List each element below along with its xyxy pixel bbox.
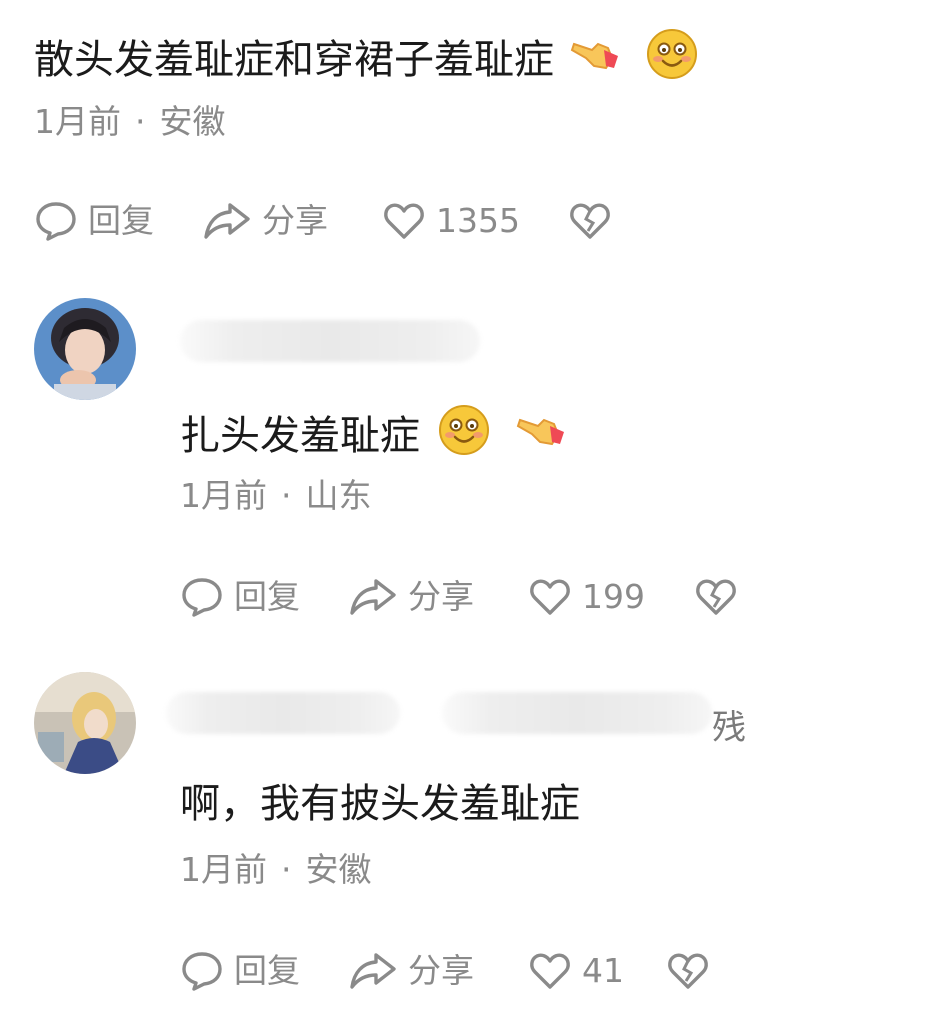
share-arrow-icon (202, 199, 262, 243)
reply-button[interactable]: 回复 (180, 946, 348, 996)
broken-heart-icon (666, 949, 720, 993)
comment-text-content: 啊，我有披头发羞耻症 (180, 781, 580, 827)
comment-bubble-icon (34, 199, 88, 243)
pointing-hand-icon (568, 30, 624, 89)
comment-time: 1月前 (180, 850, 267, 889)
blurred-username (180, 320, 480, 362)
like-count: 41 (582, 951, 624, 990)
share-button[interactable]: 分享 (348, 946, 528, 996)
heart-icon (382, 199, 436, 243)
comment-text-content: 扎头发羞耻症 (180, 412, 420, 459)
dislike-button[interactable] (666, 949, 720, 993)
avatar[interactable] (34, 298, 136, 400)
comment-actions: 回复 分享 199 (180, 572, 748, 622)
share-arrow-icon (348, 575, 408, 619)
comment-meta: 1月前 · 安徽 (180, 850, 372, 890)
comment-actions: 回复 分享 41 (180, 946, 720, 996)
smiling-face-icon (646, 28, 698, 91)
share-button[interactable]: 分享 (348, 572, 528, 622)
like-button[interactable]: 199 (528, 572, 694, 622)
meta-separator: · (281, 476, 292, 515)
comment-bubble-icon (180, 949, 234, 993)
pointing-hand-icon (514, 406, 570, 465)
comment-text-content: 散头发羞耻症和穿裙子羞耻症 (34, 36, 554, 83)
share-label: 分享 (408, 577, 474, 616)
comment-1: 散头发羞耻症和穿裙子羞耻症 1月前 · 安徽 回复 分享 1355 (0, 0, 940, 260)
share-label: 分享 (262, 201, 328, 240)
broken-heart-icon (694, 575, 748, 619)
share-button[interactable]: 分享 (202, 196, 382, 246)
reply-label: 回复 (88, 201, 154, 240)
reply-label: 回复 (234, 577, 300, 616)
comment-meta: 1月前 · 山东 (180, 476, 372, 516)
meta-separator: · (281, 850, 292, 889)
comment-location: 安徽 (305, 850, 372, 889)
like-count: 199 (582, 577, 645, 616)
comment-bubble-icon (180, 575, 234, 619)
avatar[interactable] (34, 672, 136, 774)
like-button[interactable]: 1355 (382, 196, 568, 246)
comment-text: 散头发羞耻症和穿裙子羞耻症 (34, 28, 698, 91)
reply-button[interactable]: 回复 (180, 572, 348, 622)
heart-icon (528, 949, 582, 993)
comment-location: 山东 (305, 476, 372, 515)
heart-icon (528, 575, 582, 619)
comment-time: 1月前 (180, 476, 267, 515)
share-arrow-icon (348, 949, 408, 993)
comment-2: 扎头发羞耻症 1月前 · 山东 回复 分享 199 (0, 290, 940, 650)
blurred-username-part (442, 692, 712, 734)
username-suffix: 残 (712, 708, 746, 748)
comment-text: 扎头发羞耻症 (180, 404, 570, 467)
comment-actions: 回复 分享 1355 (34, 196, 622, 246)
reply-label: 回复 (234, 951, 300, 990)
like-button[interactable]: 41 (528, 946, 666, 996)
smiling-face-icon (438, 404, 490, 467)
broken-heart-icon (568, 199, 622, 243)
dislike-button[interactable] (568, 199, 622, 243)
comment-location: 安徽 (159, 102, 226, 141)
dislike-button[interactable] (694, 575, 748, 619)
comment-time: 1月前 (34, 102, 121, 141)
like-count: 1355 (436, 201, 520, 240)
meta-separator: · (135, 102, 146, 141)
share-label: 分享 (408, 951, 474, 990)
reply-button[interactable]: 回复 (34, 196, 202, 246)
comment-3: 残 啊，我有披头发羞耻症 1月前 · 安徽 回复 分享 41 (0, 662, 940, 1024)
comment-text: 啊，我有披头发羞耻症 (180, 780, 580, 828)
comment-meta: 1月前 · 安徽 (34, 102, 226, 142)
blurred-username (166, 692, 400, 734)
